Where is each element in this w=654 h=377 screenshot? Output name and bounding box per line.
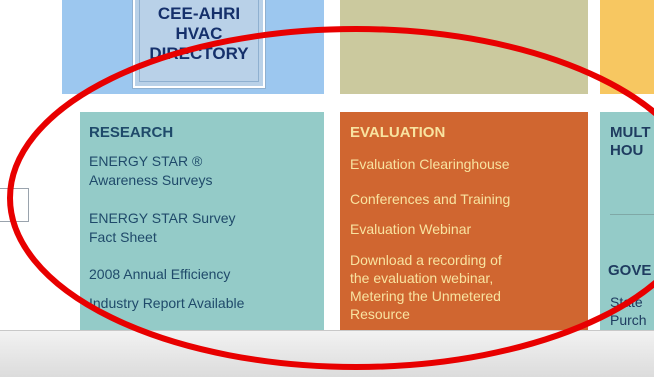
multifamily-tile: MULT HOU GOVE State Purch bbox=[600, 112, 654, 330]
hvac-directory-tile: CEE-AHRI HVAC DIRECTORY bbox=[62, 0, 324, 94]
multi-title-2: HOU bbox=[610, 142, 644, 159]
divider bbox=[610, 214, 654, 215]
link-annual-efficiency[interactable]: 2008 Annual Efficiency bbox=[89, 266, 230, 283]
link-conferences-training[interactable]: Conferences and Training bbox=[350, 191, 510, 208]
multi-title-1: MULT bbox=[610, 124, 651, 141]
gov-title: GOVE bbox=[608, 262, 652, 279]
link-energy-star-survey[interactable]: ENERGY STAR Survey bbox=[89, 210, 236, 227]
search-input[interactable] bbox=[0, 188, 29, 222]
link-evaluation-clearinghouse[interactable]: Evaluation Clearinghouse bbox=[350, 156, 510, 173]
link-state[interactable]: State bbox=[610, 294, 643, 311]
evaluation-tile: EVALUATION Evaluation Clearinghouse Conf… bbox=[340, 112, 588, 330]
browser-status-bar bbox=[0, 330, 654, 377]
link-metering-unmetered[interactable]: Metering the Unmetered bbox=[350, 288, 501, 305]
link-industry-report[interactable]: Industry Report Available bbox=[89, 295, 244, 312]
link-resource[interactable]: Resource bbox=[350, 306, 410, 323]
link-energy-star-awareness[interactable]: ENERGY STAR ® bbox=[89, 153, 202, 170]
link-fact-sheet[interactable]: Fact Sheet bbox=[89, 229, 157, 246]
link-purch[interactable]: Purch bbox=[610, 312, 647, 329]
research-title: RESEARCH bbox=[89, 124, 174, 141]
link-evaluation-webinar[interactable]: Evaluation Webinar bbox=[350, 221, 471, 238]
research-tile: RESEARCH ENERGY STAR ® Awareness Surveys… bbox=[80, 112, 324, 330]
link-download-recording[interactable]: Download a recording of bbox=[350, 252, 502, 269]
orange-tile-top bbox=[600, 0, 654, 94]
olive-tile bbox=[340, 0, 588, 94]
link-awareness-surveys[interactable]: Awareness Surveys bbox=[89, 172, 212, 189]
link-evaluation-webinar-text[interactable]: the evaluation webinar, bbox=[350, 270, 493, 287]
cee-ahri-hvac-directory-button[interactable]: CEE-AHRI HVAC DIRECTORY bbox=[133, 0, 265, 88]
evaluation-title: EVALUATION bbox=[350, 124, 446, 141]
